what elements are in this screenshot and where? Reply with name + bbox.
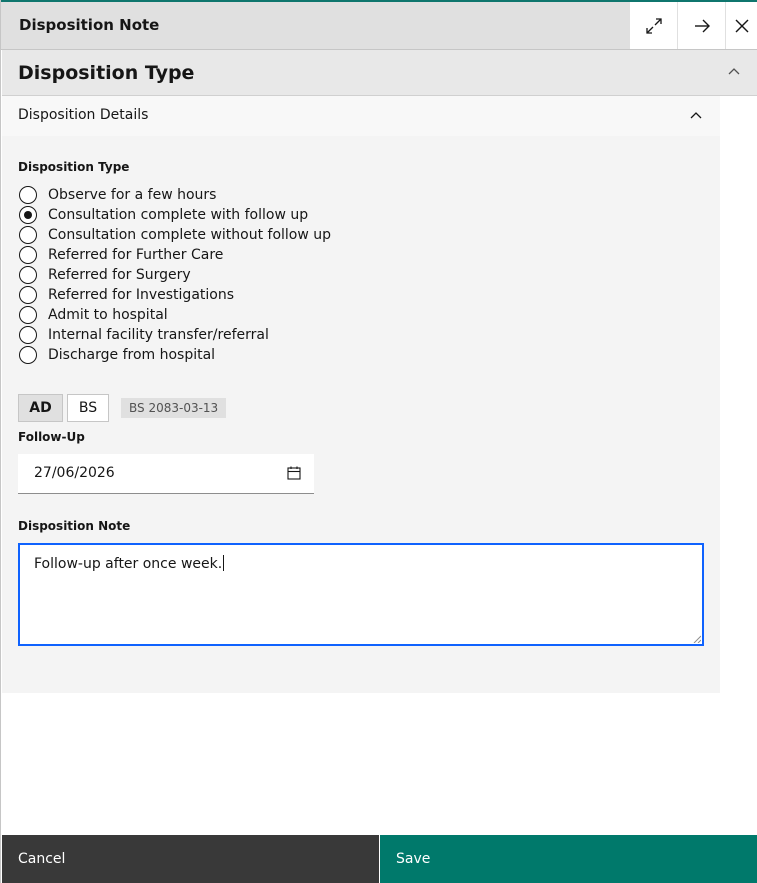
radio-option-label: Consultation complete with follow up [48,207,309,223]
radio-option[interactable]: Admit to hospital [19,305,168,325]
disposition-type-section-header[interactable]: Disposition Type [2,50,757,96]
radio-option-label: Consultation complete without follow up [48,227,332,243]
cancel-button-label: Cancel [18,851,66,867]
close-icon [735,19,749,32]
radio-option[interactable]: Referred for Surgery [19,265,191,285]
disposition-note-textarea[interactable]: Follow-up after once week. [18,543,704,646]
note-text: Follow-up after once week. [34,555,225,572]
radio-option-label: Internal facility transfer/referral [48,327,269,343]
radio-unchecked-icon[interactable] [19,266,37,284]
section-title: Disposition Type [18,62,195,84]
radio-checked-icon[interactable] [19,206,37,224]
radio-unchecked-icon[interactable] [19,226,37,244]
arrow-right-icon [694,19,710,32]
radio-unchecked-icon[interactable] [19,246,37,264]
radio-option[interactable]: Internal facility transfer/referral [19,325,269,345]
close-button[interactable] [725,2,757,49]
radio-option[interactable]: Referred for Further Care [19,245,223,265]
radio-unchecked-icon[interactable] [19,346,37,364]
radio-option-label: Referred for Investigations [48,287,235,303]
bs-calendar-button[interactable]: BS [67,394,109,422]
follow-up-date-value: 27/06/2026 [34,465,115,481]
panel-title: Disposition Note [19,16,160,34]
accordion-title: Disposition Details [18,107,149,123]
radio-option[interactable]: Consultation complete without follow up [19,225,331,245]
calendar-icon[interactable] [286,465,302,481]
radio-option-label: Referred for Surgery [48,267,191,283]
bs-date-tag: BS 2083-03-13 [121,398,227,418]
disposition-note-panel: Disposition Note Disposition Type Dispos… [0,0,757,883]
radio-unchecked-icon[interactable] [19,286,37,304]
text-caret [223,555,225,571]
save-button-label: Save [396,851,431,867]
radio-option[interactable]: Discharge from hospital [19,345,215,365]
chevron-up-icon [728,68,740,75]
radio-option-label: Observe for a few hours [48,187,217,203]
radio-unchecked-icon[interactable] [19,186,37,204]
panel-header: Disposition Note [1,2,757,50]
collapse-panel-button[interactable] [677,2,725,49]
radio-dot [24,211,32,219]
follow-up-label: Follow-Up [18,430,85,444]
expand-button[interactable] [629,2,677,49]
radio-unchecked-icon[interactable] [19,326,37,344]
radio-option-label: Admit to hospital [48,307,168,323]
cancel-button[interactable]: Cancel [2,835,379,883]
disposition-type-label: Disposition Type [18,160,130,174]
radio-option-label: Discharge from hospital [48,347,216,363]
ad-calendar-button[interactable]: AD [18,394,63,422]
maximize-icon [645,17,662,34]
follow-up-date-input[interactable]: 27/06/2026 [18,454,314,494]
disposition-note-label: Disposition Note [18,519,131,533]
radio-unchecked-icon[interactable] [19,306,37,324]
save-button[interactable]: Save [380,835,757,883]
action-footer: Cancel Save [2,835,757,883]
disposition-details-accordion[interactable]: Disposition Details [2,96,720,136]
chevron-up-icon [690,112,702,119]
radio-option[interactable]: Consultation complete with follow up [19,205,308,225]
resize-handle-icon[interactable] [693,635,701,643]
radio-option-label: Referred for Further Care [48,247,224,263]
radio-option[interactable]: Referred for Investigations [19,285,234,305]
radio-option[interactable]: Observe for a few hours [19,185,216,205]
